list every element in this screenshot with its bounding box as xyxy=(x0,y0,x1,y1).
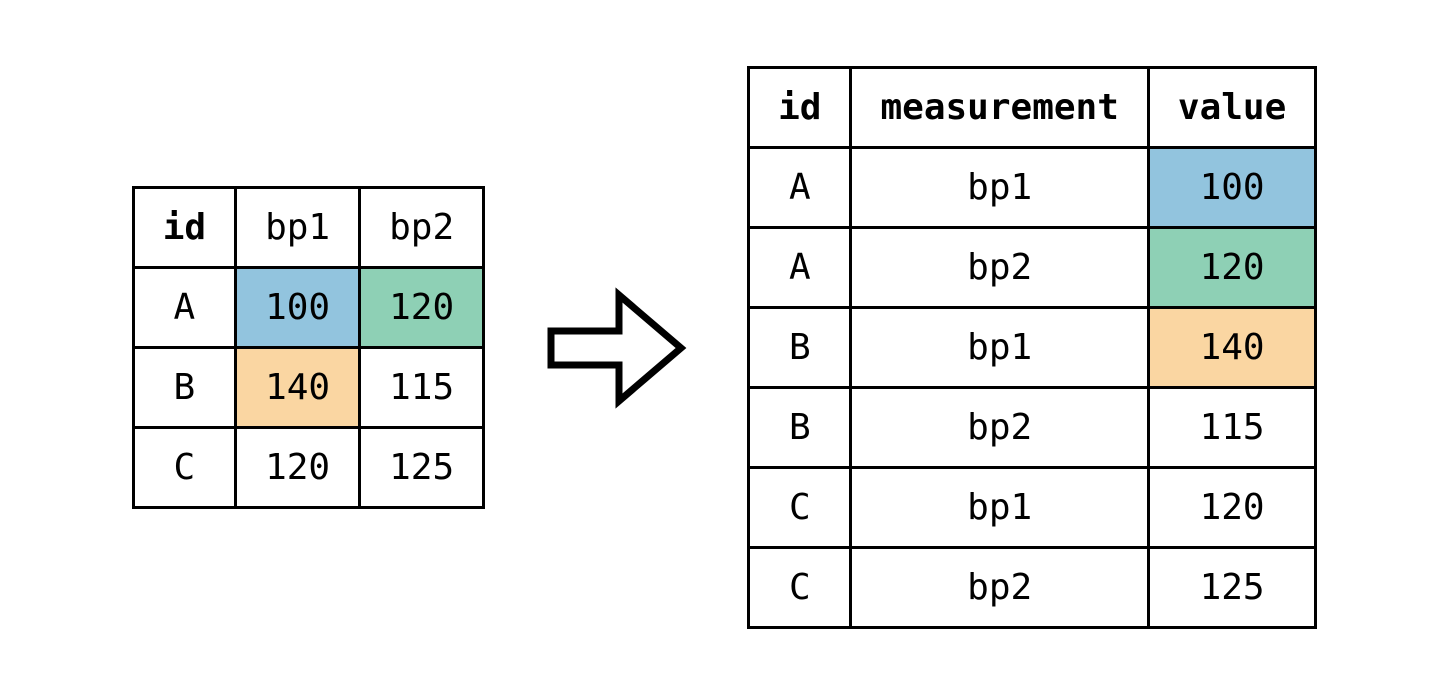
cell-id: B xyxy=(133,348,235,428)
col-header-measurement: measurement xyxy=(851,68,1148,148)
arrow-right-icon xyxy=(541,283,691,413)
cell-value: 125 xyxy=(1148,548,1315,628)
cell-id: A xyxy=(133,268,235,348)
cell-meas: bp1 xyxy=(851,468,1148,548)
cell-bp1: 100 xyxy=(236,268,360,348)
cell-bp1: 140 xyxy=(236,348,360,428)
cell-meas: bp2 xyxy=(851,388,1148,468)
table-row: B bp2 115 xyxy=(749,388,1316,468)
table-row: A bp2 120 xyxy=(749,228,1316,308)
cell-id: C xyxy=(133,428,235,508)
table-row: A 100 120 xyxy=(133,268,483,348)
col-header-id: id xyxy=(749,68,851,148)
table-row: C 120 125 xyxy=(133,428,483,508)
transform-arrow xyxy=(541,283,691,413)
cell-id: A xyxy=(749,148,851,228)
table-row: B bp1 140 xyxy=(749,308,1316,388)
table-row: C bp2 125 xyxy=(749,548,1316,628)
cell-bp1: 120 xyxy=(236,428,360,508)
table-row: id bp1 bp2 xyxy=(133,188,483,268)
cell-id: B xyxy=(749,308,851,388)
col-header-bp2: bp2 xyxy=(360,188,484,268)
cell-value: 115 xyxy=(1148,388,1315,468)
cell-value: 100 xyxy=(1148,148,1315,228)
col-header-value: value xyxy=(1148,68,1315,148)
cell-meas: bp2 xyxy=(851,228,1148,308)
cell-id: C xyxy=(749,548,851,628)
cell-bp2: 120 xyxy=(360,268,484,348)
cell-id: C xyxy=(749,468,851,548)
cell-id: B xyxy=(749,388,851,468)
cell-bp2: 125 xyxy=(360,428,484,508)
cell-meas: bp1 xyxy=(851,148,1148,228)
cell-meas: bp1 xyxy=(851,308,1148,388)
cell-id: A xyxy=(749,228,851,308)
table-row: C bp1 120 xyxy=(749,468,1316,548)
wide-table: id bp1 bp2 A 100 120 B 140 115 C 120 125 xyxy=(132,186,485,509)
col-header-id: id xyxy=(133,188,235,268)
table-row: id measurement value xyxy=(749,68,1316,148)
cell-meas: bp2 xyxy=(851,548,1148,628)
table-row: A bp1 100 xyxy=(749,148,1316,228)
cell-bp2: 115 xyxy=(360,348,484,428)
long-table: id measurement value A bp1 100 A bp2 120… xyxy=(747,66,1317,629)
col-header-bp1: bp1 xyxy=(236,188,360,268)
cell-value: 140 xyxy=(1148,308,1315,388)
cell-value: 120 xyxy=(1148,468,1315,548)
table-row: B 140 115 xyxy=(133,348,483,428)
cell-value: 120 xyxy=(1148,228,1315,308)
